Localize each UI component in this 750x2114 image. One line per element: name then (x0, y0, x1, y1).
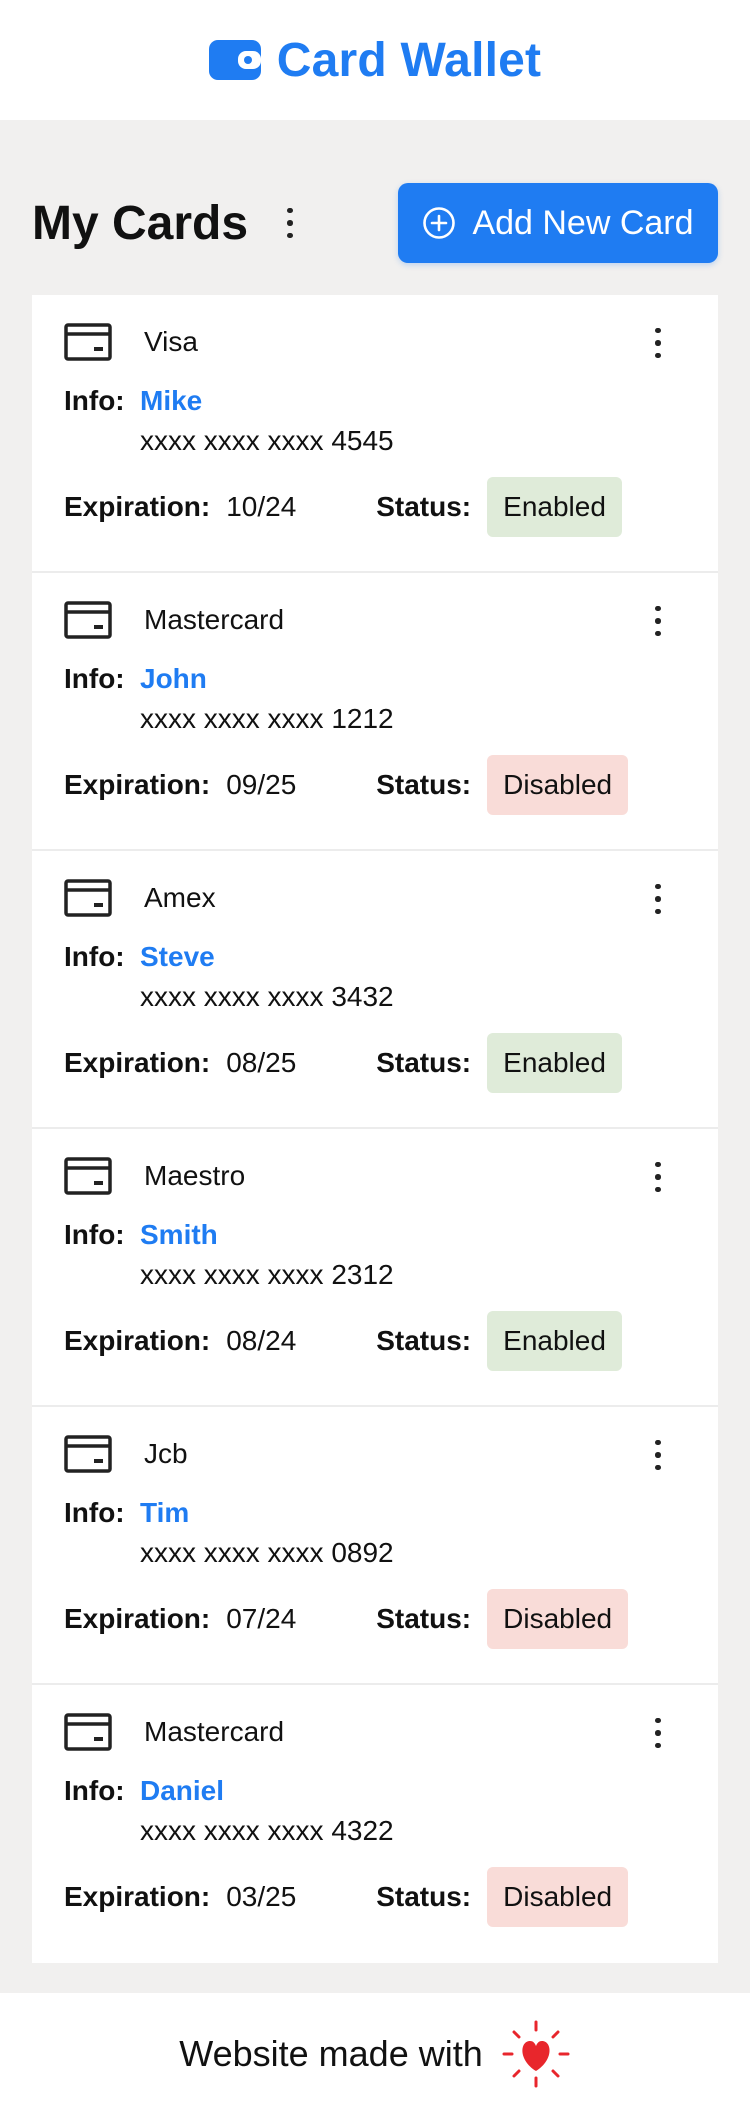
credit-card-icon (64, 1435, 112, 1473)
card-header: Mastercard (64, 597, 686, 643)
card-menu-icon[interactable] (640, 599, 676, 643)
card-footer: Expiration: 08/24 Status: Enabled (64, 1311, 686, 1371)
status-label: Status: (376, 1047, 472, 1078)
expiration-label: Expiration: (64, 769, 211, 800)
card-item: Amex Info: Steve xxxx xxxx xxxx 3432 Exp… (32, 851, 718, 1129)
plus-circle-icon (423, 207, 456, 239)
status-badge: Disabled (487, 755, 629, 815)
credit-card-icon (64, 1157, 112, 1195)
add-new-card-button[interactable]: Add New Card (398, 183, 718, 263)
wallet-icon (208, 40, 261, 80)
card-number: xxxx xxxx xxxx 1212 (140, 703, 394, 734)
card-header: Maestro (64, 1153, 686, 1199)
info-label: Info: (64, 385, 125, 416)
status-label: Status: (376, 1881, 472, 1912)
card-item: Visa Info: Mike xxxx xxxx xxxx 4545 Expi… (32, 295, 718, 573)
main-content: My Cards Add New Card Visa Info: Mike xx… (0, 120, 750, 1963)
card-brand: Mastercard (144, 1716, 285, 1747)
card-brand: Jcb (144, 1438, 188, 1469)
cardholder-name[interactable]: John (140, 663, 207, 695)
card-item: Maestro Info: Smith xxxx xxxx xxxx 2312 … (32, 1129, 718, 1407)
credit-card-icon (64, 1713, 112, 1751)
toolbar-left: My Cards (32, 196, 308, 251)
expiration-value: 03/25 (226, 1881, 297, 1912)
card-footer: Expiration: 09/25 Status: Disabled (64, 755, 686, 815)
status-badge: Enabled (487, 1033, 622, 1093)
card-footer: Expiration: 10/24 Status: Enabled (64, 477, 686, 537)
card-brand: Maestro (144, 1160, 246, 1191)
heart-icon (502, 2020, 570, 2087)
add-new-card-label: Add New Card (472, 203, 694, 242)
card-header: Jcb (64, 1431, 686, 1477)
card-list: Visa Info: Mike xxxx xxxx xxxx 4545 Expi… (32, 295, 718, 1963)
info-label: Info: (64, 941, 125, 972)
status-badge: Disabled (487, 1867, 629, 1927)
card-menu-icon[interactable] (640, 1711, 676, 1755)
expiration-label: Expiration: (64, 1325, 211, 1356)
status-label: Status: (376, 769, 472, 800)
status-badge: Enabled (487, 1311, 622, 1371)
status-badge: Disabled (487, 1589, 629, 1649)
expiration-label: Expiration: (64, 1047, 211, 1078)
card-info-row: Info: Steve (64, 939, 686, 975)
card-item: Mastercard Info: John xxxx xxxx xxxx 121… (32, 573, 718, 851)
cardholder-name[interactable]: Daniel (140, 1775, 224, 1807)
card-number: xxxx xxxx xxxx 2312 (140, 1259, 394, 1290)
info-label: Info: (64, 1775, 125, 1806)
card-info-row: Info: Tim (64, 1495, 686, 1531)
status-label: Status: (376, 491, 472, 522)
info-label: Info: (64, 1497, 125, 1528)
card-number: xxxx xxxx xxxx 4545 (140, 425, 394, 456)
card-number: xxxx xxxx xxxx 4322 (140, 1815, 394, 1846)
footer-text: Website made with (179, 2032, 483, 2074)
card-item: Mastercard Info: Daniel xxxx xxxx xxxx 4… (32, 1685, 718, 1963)
card-brand: Visa (144, 326, 198, 357)
card-info-row: Info: Smith (64, 1217, 686, 1253)
card-header: Amex (64, 875, 686, 921)
cardholder-name[interactable]: Tim (140, 1497, 189, 1529)
expiration-value: 10/24 (226, 491, 297, 522)
expiration-label: Expiration: (64, 1603, 211, 1634)
page-menu-icon[interactable] (272, 201, 308, 245)
card-menu-icon[interactable] (640, 321, 676, 365)
status-label: Status: (376, 1325, 472, 1356)
card-item: Jcb Info: Tim xxxx xxxx xxxx 0892 Expira… (32, 1407, 718, 1685)
toolbar: My Cards Add New Card (32, 183, 718, 263)
expiration-value: 08/24 (226, 1325, 297, 1356)
cardholder-name[interactable]: Mike (140, 385, 202, 417)
page-footer: Website made with (0, 1993, 750, 2114)
expiration-label: Expiration: (64, 491, 211, 522)
card-menu-icon[interactable] (640, 877, 676, 921)
credit-card-icon (64, 601, 112, 639)
page-title: My Cards (32, 196, 249, 250)
status-badge: Enabled (487, 477, 622, 537)
expiration-value: 08/25 (226, 1047, 297, 1078)
info-label: Info: (64, 663, 125, 694)
card-brand: Mastercard (144, 604, 285, 635)
card-footer: Expiration: 07/24 Status: Disabled (64, 1589, 686, 1649)
card-brand: Amex (144, 882, 216, 913)
expiration-value: 09/25 (226, 769, 297, 800)
card-footer: Expiration: 08/25 Status: Enabled (64, 1033, 686, 1093)
info-label: Info: (64, 1219, 125, 1250)
card-number: xxxx xxxx xxxx 0892 (140, 1537, 394, 1568)
app-header: Card Wallet (0, 0, 750, 120)
card-header: Mastercard (64, 1709, 686, 1755)
card-info-row: Info: Daniel (64, 1773, 686, 1809)
expiration-label: Expiration: (64, 1881, 211, 1912)
card-header: Visa (64, 319, 686, 365)
card-footer: Expiration: 03/25 Status: Disabled (64, 1867, 686, 1927)
cardholder-name[interactable]: Smith (140, 1219, 218, 1251)
card-menu-icon[interactable] (640, 1433, 676, 1477)
cardholder-name[interactable]: Steve (140, 941, 215, 973)
credit-card-icon (64, 323, 112, 361)
status-label: Status: (376, 1603, 472, 1634)
app-title: Card Wallet (276, 33, 542, 87)
card-menu-icon[interactable] (640, 1155, 676, 1199)
card-number: xxxx xxxx xxxx 3432 (140, 981, 394, 1012)
expiration-value: 07/24 (226, 1603, 297, 1634)
credit-card-icon (64, 879, 112, 917)
card-info-row: Info: Mike (64, 383, 686, 419)
card-info-row: Info: John (64, 661, 686, 697)
